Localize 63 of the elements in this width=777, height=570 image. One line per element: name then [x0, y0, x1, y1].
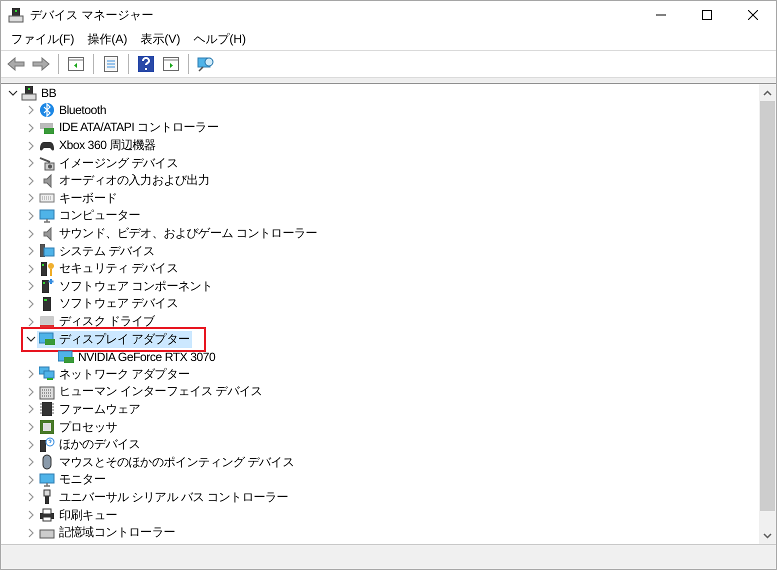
- down-chevron-icon: [763, 532, 772, 538]
- document-icon: [103, 56, 119, 72]
- window-title: デバイス マネージャー: [30, 6, 154, 24]
- tree-item[interactable]: システム デバイス: [37, 242, 157, 260]
- tree-item[interactable]: オーディオの入力および出力: [37, 172, 212, 190]
- tree-item[interactable]: ヒューマン インターフェイス デバイス: [37, 383, 264, 400]
- menu-item[interactable]: 表示(V): [133, 29, 188, 50]
- tree-item[interactable]: ディスク ドライブ: [37, 313, 157, 330]
- tree-item[interactable]: NVIDIA GeForce RTX 3070: [56, 348, 218, 366]
- tree-item[interactable]: ユニバーサル シリアル バス コントローラー: [37, 488, 290, 506]
- network-icon: [39, 366, 55, 382]
- up-chevron-icon: [763, 90, 772, 96]
- tree-item[interactable]: BB: [19, 84, 58, 102]
- drive-icon: [39, 314, 55, 330]
- camera-icon: [39, 155, 55, 172]
- tree-item[interactable]: モニター: [37, 471, 108, 488]
- tree-item[interactable]: ネットワーク アダプター: [37, 366, 192, 383]
- bluetooth-icon: [39, 102, 55, 118]
- tree-item[interactable]: コンピューター: [37, 207, 142, 224]
- display-card-icon: [58, 348, 74, 365]
- forward-arrow-icon: [32, 57, 50, 71]
- tree-item[interactable]: プロセッサ: [37, 418, 120, 436]
- tree-item[interactable]: 記憶域コントローラー: [37, 524, 178, 542]
- panel-icon: [163, 57, 179, 71]
- tree-item[interactable]: ディスプレイ アダプター: [37, 330, 192, 348]
- tree-item[interactable]: キーボード: [37, 190, 120, 207]
- computer-icon: [39, 243, 55, 260]
- back-arrow-icon: [7, 57, 25, 71]
- monitor-icon: [39, 472, 55, 488]
- help-icon: [138, 56, 154, 72]
- tree-item[interactable]: サウンド、ビデオ、およびゲーム コントローラー: [37, 225, 320, 242]
- help-button[interactable]: [135, 53, 157, 75]
- tree-item[interactable]: Bluetooth: [37, 102, 108, 119]
- tree-item[interactable]: ファームウェア: [37, 400, 142, 418]
- chip-icon: [39, 401, 55, 418]
- tree-item[interactable]: マウスとそのほかのポインティング デバイス: [37, 454, 296, 471]
- monitor-icon: [39, 208, 55, 224]
- tree-item[interactable]: Xbox 360 周辺機器: [37, 137, 158, 154]
- processor-icon: [39, 419, 55, 436]
- computer-icon: [8, 7, 24, 23]
- menu-item[interactable]: ヘルプ(H): [186, 29, 253, 50]
- key-icon: [39, 260, 55, 277]
- monitor-magnifier-icon: [197, 56, 215, 72]
- close-icon: [748, 10, 758, 20]
- scrollbar[interactable]: [759, 84, 776, 544]
- tree-item[interactable]: セキュリティ デバイス: [37, 260, 180, 278]
- tree-item[interactable]: ほかのデバイス: [37, 436, 142, 454]
- tree-item[interactable]: ソフトウェア コンポーネント: [37, 278, 215, 295]
- tree-item[interactable]: IDE ATA/ATAPI コントローラー: [37, 119, 220, 136]
- unknown-device-icon: [39, 436, 55, 453]
- display-card-icon: [39, 331, 55, 348]
- menu-item[interactable]: 操作(A): [80, 29, 134, 50]
- tree-item[interactable]: ソフトウェア デバイス: [37, 295, 180, 312]
- maximize-icon: [702, 10, 712, 20]
- tree-item[interactable]: イメージング デバイス: [37, 154, 180, 172]
- scrollbar-thumb[interactable]: [760, 101, 775, 511]
- menu-item[interactable]: ファイル(F): [4, 29, 82, 50]
- computer-icon: [21, 84, 37, 101]
- keyboard-icon: [39, 384, 55, 400]
- printer-icon: [39, 507, 55, 524]
- panel-icon: [68, 57, 84, 71]
- tree-item[interactable]: 印刷キュー: [37, 506, 120, 524]
- tower-icon: [39, 278, 55, 294]
